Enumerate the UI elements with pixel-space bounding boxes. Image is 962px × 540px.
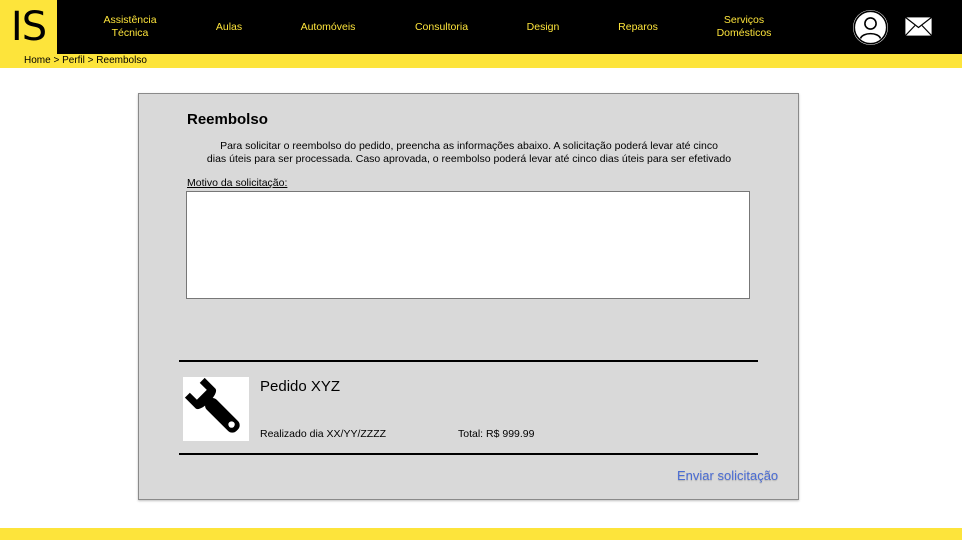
nav-item-label: Serviços Domésticos xyxy=(716,14,772,39)
nav-item-label: Design xyxy=(526,20,560,33)
divider xyxy=(179,360,758,362)
reason-textarea[interactable] xyxy=(186,191,750,299)
breadcrumb-profile[interactable]: Perfil xyxy=(62,55,85,66)
page-title: Reembolso xyxy=(187,111,268,128)
wrench-icon xyxy=(184,377,240,433)
messages-button[interactable] xyxy=(904,16,933,37)
profile-button[interactable] xyxy=(853,10,888,45)
breadcrumb-separator: > xyxy=(50,55,63,66)
breadcrumb: Home > Perfil > Reembolso xyxy=(24,55,147,67)
nav-item-label: Aulas xyxy=(215,20,243,33)
order-name: Pedido XYZ xyxy=(260,378,341,395)
breadcrumb-home[interactable]: Home xyxy=(24,55,51,66)
order-thumbnail xyxy=(183,377,249,441)
nav-item-reparos[interactable]: Reparos xyxy=(611,0,665,54)
submit-request-link[interactable]: Enviar solicitação xyxy=(677,468,778,483)
nav-item-label: Assistência Técnica xyxy=(103,14,157,39)
footer-bar xyxy=(0,528,962,540)
refund-instructions: Para solicitar o reembolso do pedido, pr… xyxy=(159,140,779,166)
nav-item-consultoria[interactable]: Consultoria xyxy=(408,0,475,54)
breadcrumb-separator: > xyxy=(84,55,97,66)
refund-card: Reembolso Para solicitar o reembolso do … xyxy=(138,93,799,500)
order-total: Total: R$ 999.99 xyxy=(458,428,535,440)
instructions-line: dias úteis para ser processada. Caso apr… xyxy=(206,153,732,165)
nav-item-automoveis[interactable]: Automóveis xyxy=(294,0,362,54)
instructions-line: Para solicitar o reembolso do pedido, pr… xyxy=(220,140,718,152)
nav-item-label: Consultoria xyxy=(414,20,469,33)
envelope-icon xyxy=(904,16,933,37)
breadcrumb-current: Reembolso xyxy=(96,55,147,66)
reason-label: Motivo da solicitação: xyxy=(187,177,288,189)
nav-item-label: Reparos xyxy=(618,20,658,33)
user-circle-icon xyxy=(853,10,888,45)
nav-item-servicos-domesticos[interactable]: Serviços Domésticos xyxy=(709,0,779,54)
nav-item-assistencia-tecnica[interactable]: Assistência Técnica xyxy=(97,0,163,54)
order-date: Realizado dia XX/YY/ZZZZ xyxy=(260,428,387,440)
site-logo[interactable]: IS xyxy=(0,0,57,54)
divider xyxy=(179,453,758,455)
breadcrumb-bar: Home > Perfil > Reembolso xyxy=(0,54,962,68)
nav-item-aulas[interactable]: Aulas xyxy=(205,0,253,54)
nav-item-design[interactable]: Design xyxy=(519,0,567,54)
nav-item-label: Automóveis xyxy=(300,20,356,33)
top-navigation-bar: IS Assistência Técnica Aulas Automóveis C… xyxy=(0,0,962,54)
